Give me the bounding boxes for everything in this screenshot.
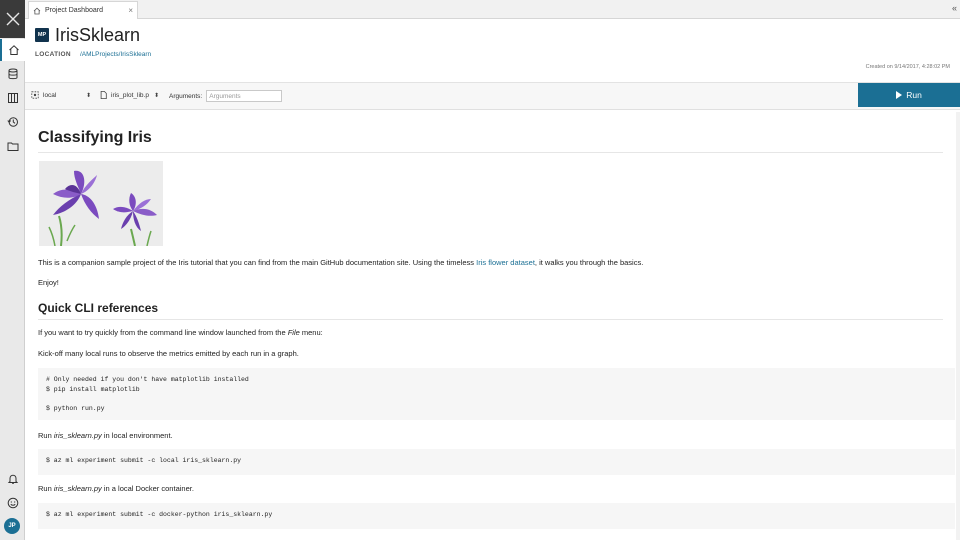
intro-text: This is a companion sample project of th… (38, 258, 477, 267)
project-title: IrisSklearn (55, 25, 141, 45)
home-icon (33, 7, 41, 14)
arguments-label: Arguments: (169, 92, 203, 100)
avatar[interactable]: JP (4, 518, 20, 534)
run-button-label: Run (906, 90, 922, 100)
cli-text: If you want to try quickly from the comm… (38, 328, 288, 337)
doc-title: Classifying Iris (38, 129, 152, 146)
run-docker-post: in a local Docker container. (101, 484, 194, 493)
run-local-text: Run iris_sklearn.py in local environment… (38, 431, 173, 440)
iris-flower-image (39, 161, 163, 247)
location-label: LOCATION (35, 51, 71, 58)
history-icon[interactable] (0, 111, 25, 133)
code-block: # Only needed if you don't have matplotl… (38, 368, 955, 420)
arguments-group: Arguments: (169, 90, 283, 102)
notebook-icon[interactable] (0, 87, 25, 109)
scrollbar[interactable] (956, 112, 960, 540)
run-docker-text: Run iris_sklearn.py in a local Docker co… (38, 484, 194, 493)
folder-icon[interactable] (0, 135, 25, 157)
run-local-post: in local environment. (101, 431, 173, 440)
collapse-panel-icon[interactable]: « (952, 3, 957, 13)
close-icon[interactable] (0, 0, 25, 38)
divider (38, 152, 943, 153)
database-icon[interactable] (0, 63, 25, 85)
cli-text-end: menu: (299, 328, 323, 337)
cli-intro: If you want to try quickly from the comm… (38, 328, 323, 337)
close-icon[interactable]: × (128, 6, 133, 15)
divider (38, 319, 943, 320)
file-menu-ref: File (287, 328, 300, 337)
chevron-updown-icon: ⬍ (86, 92, 92, 99)
play-icon (896, 91, 903, 99)
enjoy-text: Enjoy! (38, 278, 59, 287)
smiley-icon[interactable] (0, 492, 25, 514)
run-docker-pre: Run (38, 484, 54, 493)
section-heading: Quick CLI references (38, 301, 159, 315)
location-link[interactable]: /AMLProjects/IrisSklearn (80, 51, 151, 58)
target-select[interactable]: local ⬍ (31, 91, 91, 99)
created-timestamp: Created on 9/14/2017, 4:28:02 PM (865, 64, 950, 70)
tab-label: Project Dashboard (45, 7, 103, 14)
run-toolbar: local ⬍ iris_plot_lib.p ⬍ Arguments: Run (25, 83, 960, 110)
tab-project-dashboard[interactable]: Project Dashboard × (28, 1, 138, 19)
bell-icon[interactable] (0, 468, 25, 490)
run-local-file: iris_sklearn.py (53, 431, 102, 440)
target-icon (31, 91, 39, 99)
project-header: MP IrisSklearn LOCATION /AMLProjects/Iri… (25, 19, 960, 83)
home-icon[interactable] (0, 39, 25, 61)
project-badge: MP (35, 28, 49, 42)
kickoff-text: Kick-off many local runs to observe the … (38, 349, 299, 358)
script-value: iris_plot_lib.p (111, 91, 149, 99)
target-value: local (43, 91, 57, 99)
script-select[interactable]: iris_plot_lib.p ⬍ (100, 91, 159, 99)
chevron-updown-icon: ⬍ (154, 92, 160, 99)
code-block: $ az ml experiment submit -c docker-pyth… (38, 503, 955, 529)
tab-strip: Project Dashboard × « (25, 0, 960, 19)
activity-bar: JP (0, 0, 25, 540)
readme-content: Classifying Iris This is a companion sam… (25, 112, 956, 540)
intro-text-end: , it walks you through the basics. (534, 258, 644, 267)
file-icon (100, 91, 107, 99)
run-local-pre: Run (38, 431, 54, 440)
run-button[interactable]: Run (858, 83, 960, 107)
arguments-input[interactable] (206, 90, 283, 102)
code-block: $ az ml experiment submit -c local iris_… (38, 449, 955, 475)
iris-dataset-link[interactable]: Iris flower dataset (476, 258, 535, 267)
intro-paragraph: This is a companion sample project of th… (38, 258, 643, 267)
run-docker-file: iris_sklearn.py (53, 484, 102, 493)
